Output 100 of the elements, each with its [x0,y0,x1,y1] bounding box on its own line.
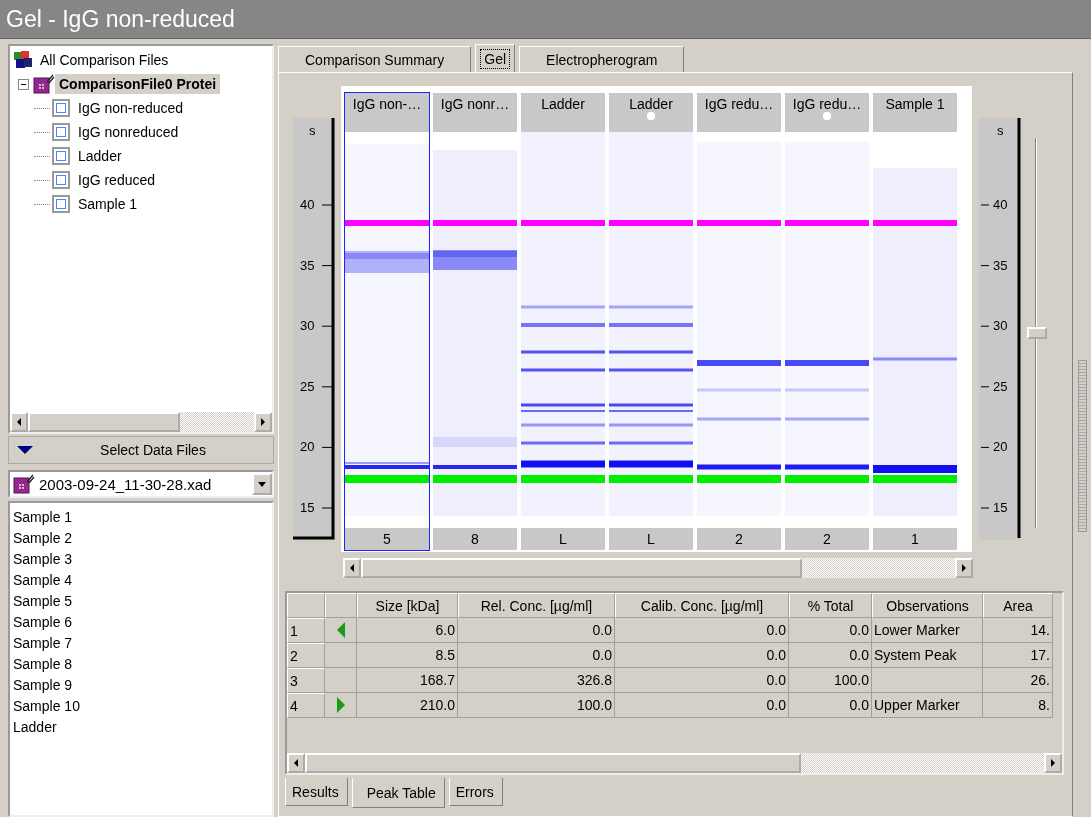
gel-lane[interactable]: Ladder L [521,93,605,550]
scroll-left-button[interactable] [343,558,361,578]
axis-tick-label: 30 [993,319,1008,334]
gel-lane[interactable]: Ladder L [609,93,693,550]
table-cell: 0.0 [615,693,789,718]
column-header[interactable]: Observations [872,593,983,618]
dropdown-button[interactable] [252,473,272,495]
tab[interactable]: Errors [448,778,503,806]
lane-number: L [521,528,605,550]
list-item[interactable]: Sample 5 [13,591,73,612]
gel-lane[interactable]: IgG redu… 2 [697,93,781,550]
list-item[interactable]: Sample 9 [13,675,73,696]
document-icon [13,474,35,494]
table-cell: 0.0 [458,618,615,643]
axis-tick-label: 40 [993,198,1008,212]
table-cell: 0.0 [789,643,872,668]
tab[interactable]: Comparison Summary [278,46,472,72]
gel-lane[interactable]: IgG nonr… 8 [433,93,517,550]
scrollbar-thumb[interactable] [305,753,801,773]
select-data-files-bar[interactable]: Select Data Files [8,436,274,464]
row-header[interactable]: 4 [287,693,325,718]
list-item[interactable]: Sample 1 [13,507,73,528]
horizontal-scrollbar[interactable] [287,753,1062,773]
tree-item[interactable]: Sample 1 [74,194,142,214]
gel-lane[interactable]: IgG redu… 2 [785,93,869,550]
axis-tick-label: 15 [993,501,1008,515]
scroll-left-button[interactable] [10,412,28,432]
slider-thumb[interactable] [1027,327,1047,339]
tab[interactable]: Peak Table [351,778,445,808]
collapse-toggle[interactable] [18,78,29,90]
row-header[interactable]: 1 [287,618,325,643]
tree-item[interactable]: IgG nonreduced [74,122,183,142]
tree-item[interactable]: IgG reduced [74,170,160,190]
lane-label: IgG non-… [352,96,422,112]
scroll-right-button[interactable] [254,412,272,432]
axis-tick-label: 20 [993,440,1008,455]
gel-lane[interactable]: Sample 1 1 [873,93,957,550]
files-icon [12,50,34,70]
table-cell: 168.7 [357,668,458,693]
horizontal-scrollbar[interactable] [10,412,272,432]
lane-label: Sample 1 [885,96,945,112]
list-item[interactable]: Sample 2 [13,528,73,549]
left-arrow-icon [349,564,355,572]
scrollbar-thumb[interactable] [361,558,802,578]
list-item[interactable]: Sample 10 [13,696,80,717]
axis-unit: s [309,124,316,138]
table-cell: 100.0 [458,693,615,718]
table-cell: 210.0 [357,693,458,718]
list-item[interactable]: Sample 7 [13,633,73,654]
axis-unit: s [997,124,1004,138]
lane-number: L [609,528,693,550]
left-arrow-icon [293,759,299,767]
table-cell: 26. [983,668,1053,693]
lane-label: Ladder [629,96,673,112]
axis-tick-label: 35 [993,258,1008,273]
column-header[interactable]: % Total [789,593,872,618]
table-cell: 8.5 [357,643,458,668]
table-cell: 0.0 [789,693,872,718]
tree-item[interactable]: All Comparison Files [36,50,173,70]
tab[interactable]: Results [285,778,348,806]
horizontal-scrollbar[interactable] [343,558,973,578]
table-cell: 0.0 [615,618,789,643]
caret-icon [17,445,33,455]
column-header[interactable]: Size [kDa] [357,593,458,618]
table-cell: 0.0 [615,668,789,693]
list-item[interactable]: Sample 3 [13,549,73,570]
lane-number: 2 [697,528,781,550]
tree-item[interactable]: IgG non-reduced [74,98,188,118]
left-arrow-icon [16,418,22,426]
table-cell: 0.0 [789,618,872,643]
list-item[interactable]: Sample 8 [13,654,73,675]
row-header[interactable]: 2 [287,643,325,668]
list-item[interactable]: Ladder [13,717,57,738]
axis-tick-label: 15 [300,501,315,515]
caret-icon [258,481,266,487]
file-dropdown[interactable]: 2003-09-24_11-30-28.xad [8,470,274,498]
table-cell: 100.0 [789,668,872,693]
table-cell: 6.0 [357,618,458,643]
table-cell: 0.0 [615,643,789,668]
scroll-right-button[interactable] [955,558,973,578]
scroll-left-button[interactable] [287,753,305,773]
column-header[interactable]: Calib. Conc. [µg/ml] [615,593,789,618]
column-header[interactable]: Area [983,593,1053,618]
column-header[interactable]: Rel. Conc. [µg/ml] [458,593,615,618]
gel-lane[interactable]: IgG non-… 5 [345,93,429,550]
tree-item[interactable]: ComparisonFile0 Protei [55,74,221,94]
list-item[interactable]: Sample 6 [13,612,73,633]
tab[interactable]: Electropherogram [519,46,685,72]
splitter-handle[interactable] [1077,360,1087,532]
tab[interactable]: Gel [475,44,516,72]
scrollbar-thumb[interactable] [28,412,180,432]
row-header[interactable]: 3 [287,668,325,693]
list-item[interactable]: Sample 4 [13,570,73,591]
scroll-right-button[interactable] [1044,753,1062,773]
lane-number: 5 [345,528,429,550]
tree-item[interactable]: Ladder [74,146,126,166]
axis-tick-label: 20 [300,440,315,455]
lane-number: 2 [785,528,869,550]
lane-number: 1 [873,528,957,550]
table-cell: 0.0 [458,643,615,668]
